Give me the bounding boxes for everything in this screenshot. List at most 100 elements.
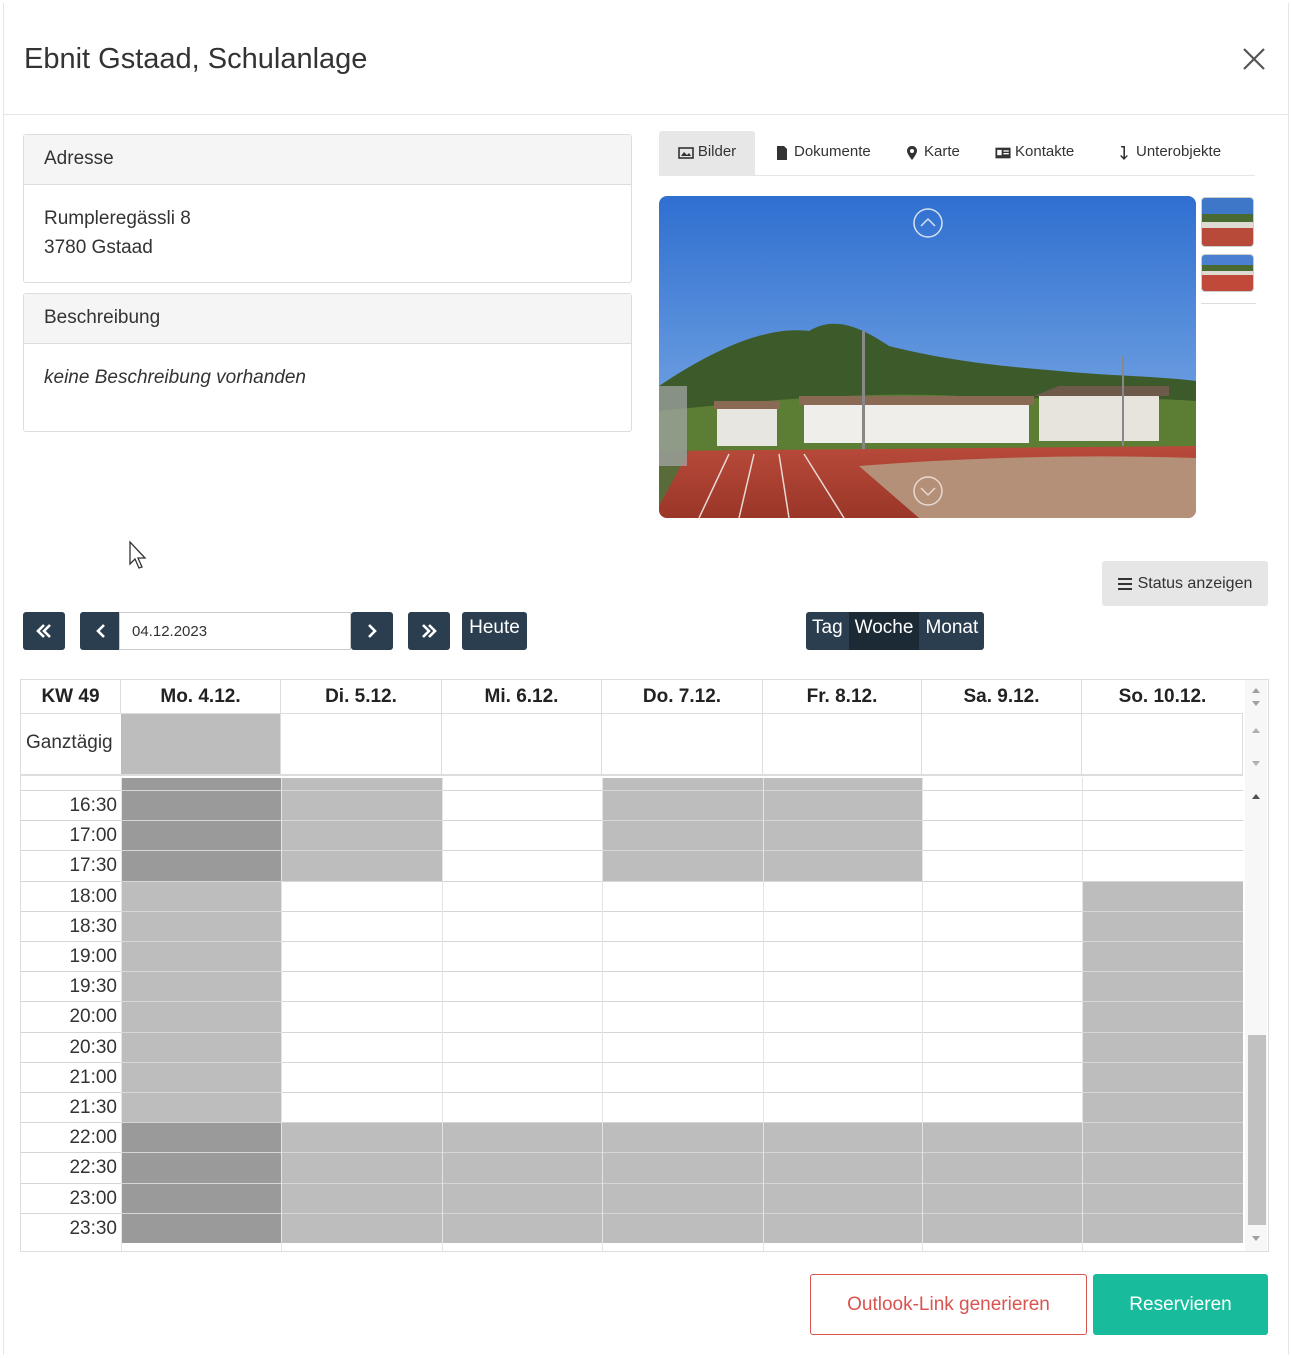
slot-sun-1830[interactable] xyxy=(1082,910,1243,942)
scroll-down-icon[interactable] xyxy=(1251,700,1261,708)
gallery-image[interactable] xyxy=(659,196,1196,518)
slot-tue-2330[interactable] xyxy=(281,1212,442,1244)
slot-fri-1630[interactable] xyxy=(763,790,922,821)
tab-bilder[interactable]: Bilder xyxy=(659,131,755,175)
slot-sun-2200[interactable] xyxy=(1082,1122,1243,1153)
slot-partial-thu[interactable] xyxy=(602,778,763,790)
slot-mon-1930[interactable] xyxy=(121,971,281,1002)
allday-scroll-up-icon[interactable] xyxy=(1251,726,1261,734)
slot-partial-mon[interactable] xyxy=(121,778,281,790)
slot-sun-2100[interactable] xyxy=(1082,1061,1243,1093)
slot-mon-2100[interactable] xyxy=(121,1061,281,1093)
slot-mon-1900[interactable] xyxy=(121,941,281,972)
day-header-wed[interactable]: Mi. 6.12. xyxy=(442,680,602,714)
today-button[interactable]: Heute xyxy=(462,612,527,650)
reserve-button[interactable]: Reservieren xyxy=(1093,1274,1268,1335)
slot-sat-2230[interactable] xyxy=(922,1152,1082,1184)
slot-sun-2230[interactable] xyxy=(1082,1152,1243,1184)
close-button[interactable] xyxy=(1238,43,1270,75)
tab-kontakte[interactable]: Kontakte xyxy=(995,131,1074,175)
slot-mon-2230[interactable] xyxy=(121,1152,281,1184)
slot-thu-1630[interactable] xyxy=(602,790,763,821)
slot-sat-2300[interactable] xyxy=(922,1182,1082,1214)
slot-partial-fri[interactable] xyxy=(763,778,922,790)
slot-tue-1730[interactable] xyxy=(281,850,442,882)
grid-scroll-down-icon[interactable] xyxy=(1251,1235,1261,1243)
slot-thu-1730[interactable] xyxy=(602,850,763,882)
slot-sat-2330[interactable] xyxy=(922,1212,1082,1244)
day-header-sun[interactable]: So. 10.12. xyxy=(1082,680,1243,714)
slot-tue-1630[interactable] xyxy=(281,790,442,821)
slot-sat-2200[interactable] xyxy=(922,1122,1082,1153)
slot-mon-1730[interactable] xyxy=(121,850,281,882)
allday-cell-sun[interactable] xyxy=(1082,714,1243,774)
allday-cell-wed[interactable] xyxy=(442,714,602,774)
slot-sun-2000[interactable] xyxy=(1082,1001,1243,1033)
slot-mon-1800[interactable] xyxy=(121,880,281,912)
slot-fri-2330[interactable] xyxy=(763,1212,922,1244)
slot-sun-2330[interactable] xyxy=(1082,1212,1243,1244)
slot-mon-1630[interactable] xyxy=(121,790,281,821)
slot-fri-2230[interactable] xyxy=(763,1152,922,1184)
slot-mon-2200[interactable] xyxy=(121,1122,281,1153)
allday-scroll-down-icon[interactable] xyxy=(1251,760,1261,768)
slot-fri-1700[interactable] xyxy=(763,820,922,851)
slot-tue-1700[interactable] xyxy=(281,820,442,851)
calendar-scrollbar[interactable] xyxy=(1245,680,1267,1251)
day-header-mon[interactable]: Mo. 4.12. xyxy=(121,680,281,714)
slot-mon-2130[interactable] xyxy=(121,1092,281,1123)
date-input[interactable] xyxy=(119,612,351,650)
gallery-thumbnail-2[interactable] xyxy=(1201,254,1254,292)
allday-cell-mon[interactable] xyxy=(121,714,281,774)
slot-sun-1900[interactable] xyxy=(1082,941,1243,972)
slot-thu-2230[interactable] xyxy=(602,1152,763,1184)
slot-thu-1700[interactable] xyxy=(602,820,763,851)
slot-sun-1800[interactable] xyxy=(1082,880,1243,912)
next-week-fast-button[interactable] xyxy=(408,612,450,650)
tab-karte[interactable]: Karte xyxy=(904,131,960,175)
scrollbar-thumb[interactable] xyxy=(1248,1035,1266,1225)
slot-tue-2230[interactable] xyxy=(281,1152,442,1184)
view-month-button[interactable]: Monat xyxy=(919,612,985,650)
outlook-link-button[interactable]: Outlook-Link generieren xyxy=(810,1274,1087,1335)
slot-tue-2200[interactable] xyxy=(281,1122,442,1153)
slot-wed-2200[interactable] xyxy=(442,1122,602,1153)
slot-mon-2330[interactable] xyxy=(121,1212,281,1244)
show-status-button[interactable]: Status anzeigen xyxy=(1102,561,1268,606)
view-week-button[interactable]: Woche xyxy=(848,612,920,650)
slot-fri-1730[interactable] xyxy=(763,850,922,882)
slot-fri-2200[interactable] xyxy=(763,1122,922,1153)
slot-wed-2300[interactable] xyxy=(442,1182,602,1214)
previous-week-fast-button[interactable] xyxy=(23,612,65,650)
slot-thu-2330[interactable] xyxy=(602,1212,763,1244)
allday-cell-thu[interactable] xyxy=(602,714,763,774)
slot-mon-1700[interactable] xyxy=(121,820,281,851)
scroll-up-icon[interactable] xyxy=(1251,686,1261,694)
slot-sun-1930[interactable] xyxy=(1082,971,1243,1002)
view-day-button[interactable]: Tag xyxy=(806,612,849,650)
slot-sun-2300[interactable] xyxy=(1082,1182,1243,1214)
day-header-tue[interactable]: Di. 5.12. xyxy=(281,680,442,714)
slot-mon-2030[interactable] xyxy=(121,1031,281,1063)
tab-dokumente[interactable]: Dokumente xyxy=(774,131,871,175)
slot-fri-2300[interactable] xyxy=(763,1182,922,1214)
slot-wed-2330[interactable] xyxy=(442,1212,602,1244)
slot-tue-2300[interactable] xyxy=(281,1182,442,1214)
slot-mon-1830[interactable] xyxy=(121,910,281,942)
slot-thu-2300[interactable] xyxy=(602,1182,763,1214)
gallery-thumbnail-1[interactable] xyxy=(1201,197,1254,247)
day-header-sat[interactable]: Sa. 9.12. xyxy=(922,680,1082,714)
day-header-fri[interactable]: Fr. 8.12. xyxy=(763,680,922,714)
allday-cell-tue[interactable] xyxy=(281,714,442,774)
day-header-thu[interactable]: Do. 7.12. xyxy=(602,680,763,714)
grid-scroll-up-icon[interactable] xyxy=(1251,792,1261,800)
slot-thu-2200[interactable] xyxy=(602,1122,763,1153)
slot-mon-2300[interactable] xyxy=(121,1182,281,1214)
slot-mon-2000[interactable] xyxy=(121,1001,281,1033)
tab-unterobjekte[interactable]: Unterobjekte xyxy=(1116,131,1221,175)
slot-sun-2030[interactable] xyxy=(1082,1031,1243,1063)
allday-cell-sat[interactable] xyxy=(922,714,1082,774)
allday-cell-fri[interactable] xyxy=(763,714,922,774)
slot-sun-2130[interactable] xyxy=(1082,1092,1243,1123)
next-button[interactable] xyxy=(351,612,393,650)
